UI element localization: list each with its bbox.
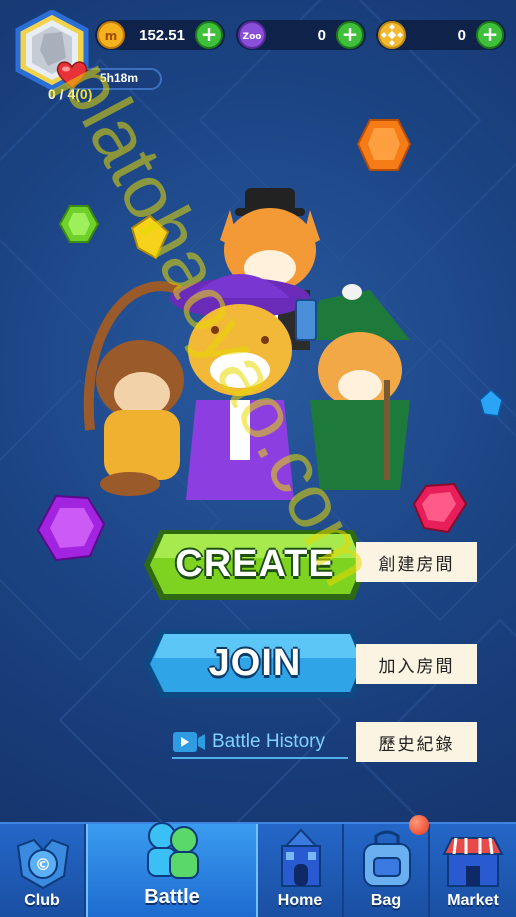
nav-item-home[interactable]: Home [258,824,344,917]
nav-label-home: Home [277,892,323,909]
add-zoo-token-button[interactable]: + [336,21,364,49]
energy-timer: 5h18m [100,71,139,85]
battle-history-note: 歷史紀錄 [356,722,477,762]
add-bnb-button[interactable]: + [476,21,504,49]
zoo-token-amount: 0 [317,26,326,44]
home-icon [281,828,321,887]
bnb-icon [378,21,406,49]
join-button-label: JOIN [208,642,302,684]
battle-icon [147,822,199,879]
battle-history-label: Battle History [212,731,325,752]
nav-item-bag[interactable]: Bag [344,824,430,917]
battle-history-underline [172,757,348,759]
character-group-illustration [83,188,410,500]
zoo-token-icon: Zoo [238,21,266,49]
blue-gem-icon [479,388,503,417]
bnb-balance: 0 + [376,20,506,50]
nav-item-battle[interactable]: Battle [86,822,258,917]
market-icon [442,837,504,887]
nav-item-club[interactable]: © Club [0,824,86,917]
svg-text:m: m [105,29,118,43]
coin-icon: m [97,21,125,49]
notification-dot [409,815,429,835]
create-button-label: CREATE [175,543,335,585]
battle-history-link[interactable]: Battle History [172,727,325,757]
nav-label-battle: Battle [144,886,200,908]
zoo-token-icon-label: Zoo [243,32,262,42]
lives-bonus-close: ) [87,86,93,102]
bag-icon [363,830,411,887]
create-room-note: 創建房間 [356,542,477,582]
coin-balance: m 152.51 + [95,20,225,50]
add-coin-button[interactable]: + [195,21,223,49]
lives-count: 0 / 4(0) [48,86,92,102]
svg-text:©: © [35,855,51,874]
bottom-navigation: © Club Battle Home Bag Market [0,822,516,917]
create-room-button[interactable]: CREATE [140,528,370,602]
nav-label-market: Market [447,892,499,909]
join-room-note: 加入房間 [356,644,477,684]
lives-current: 0 / 4 [48,86,76,102]
lives-bonus: 0 [79,86,88,102]
zoo-token-balance: Zoo 0 + [236,20,366,50]
nav-item-market[interactable]: Market [430,824,516,917]
coin-amount: 152.51 [139,26,185,44]
nav-label-bag: Bag [370,892,402,909]
monkey-character [83,281,184,496]
top-bar: m 152.51 + Zoo 0 + 0 + 5h18m 0 / 4(0) [0,0,516,110]
cheetah-character [170,274,317,500]
bnb-amount: 0 [457,26,466,44]
join-room-button[interactable]: JOIN [140,628,370,700]
video-icon [173,732,205,752]
nav-label-club: Club [24,892,60,909]
orange-gem-icon [356,119,412,171]
club-icon: © [16,838,70,890]
